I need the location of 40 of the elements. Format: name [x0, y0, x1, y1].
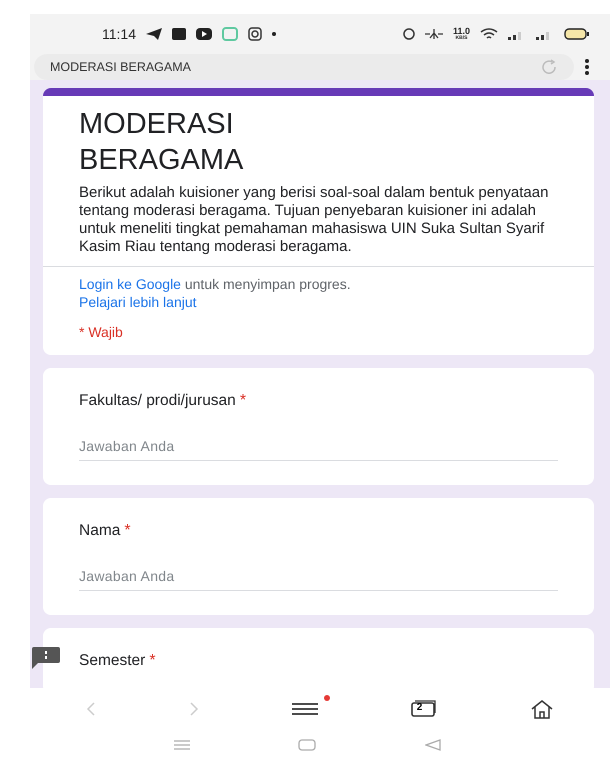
question-label: Nama	[79, 522, 120, 539]
answer-field[interactable]: Jawaban Anda	[79, 434, 558, 461]
camera-icon	[248, 27, 262, 41]
page-title: MODERASI BERAGAMA	[50, 60, 192, 74]
learn-more-link[interactable]: Pelajari lebih lanjut	[79, 294, 197, 310]
status-time: 11:14	[102, 26, 136, 42]
required-note: * Wajib	[79, 323, 124, 341]
wifi-icon	[480, 28, 498, 40]
square-app-icon	[172, 28, 186, 40]
send-icon	[146, 28, 162, 40]
dot-icon	[272, 32, 276, 36]
required-mark: *	[124, 522, 131, 539]
reload-icon[interactable]	[540, 58, 558, 76]
address-bar[interactable]: MODERASI BERAGAMA	[34, 54, 574, 80]
forward-icon[interactable]	[189, 701, 200, 717]
required-mark: *	[149, 652, 156, 669]
alarm-icon	[402, 28, 415, 40]
required-mark: *	[240, 392, 246, 409]
back-icon[interactable]	[86, 701, 96, 717]
battery-icon	[564, 28, 590, 40]
rounded-square-icon	[222, 27, 238, 41]
more-options-icon[interactable]	[584, 59, 590, 75]
answer-field[interactable]: Jawaban Anda	[79, 564, 558, 591]
login-note: Login ke Google untuk menyimpan progres.	[79, 276, 351, 292]
recent-apps-icon[interactable]	[174, 740, 190, 750]
network-speed: 11.0	[452, 27, 470, 36]
question-label: Fakultas/ prodi/jurusan	[79, 392, 236, 409]
feedback-icon[interactable]	[32, 647, 60, 669]
hotspot-icon	[424, 29, 443, 39]
back-button-icon[interactable]	[424, 738, 441, 750]
question-label: Semester	[79, 652, 146, 669]
form-description: Berikut adalah kuisioner yang berisi soal-soal dalam bentuk penyataan tentang moderasi beragama. Tujuan penyebaran kuisioner ini adalah untuk meneliti tingkat pemahaman mahasiswa UIN Suka Sultan Syarif Kasim Riau tentang moderasi beragama.	[79, 184, 550, 256]
tabs-button[interactable]: 2	[410, 700, 437, 718]
menu-icon[interactable]	[292, 703, 318, 715]
form-title: MODERASI BERAGAMA	[79, 107, 244, 178]
play-icon	[196, 28, 212, 40]
home-button-icon[interactable]	[298, 738, 316, 750]
home-icon[interactable]	[530, 699, 554, 719]
login-link[interactable]: Login ke Google	[79, 276, 181, 292]
tab-count: 2	[416, 703, 422, 713]
